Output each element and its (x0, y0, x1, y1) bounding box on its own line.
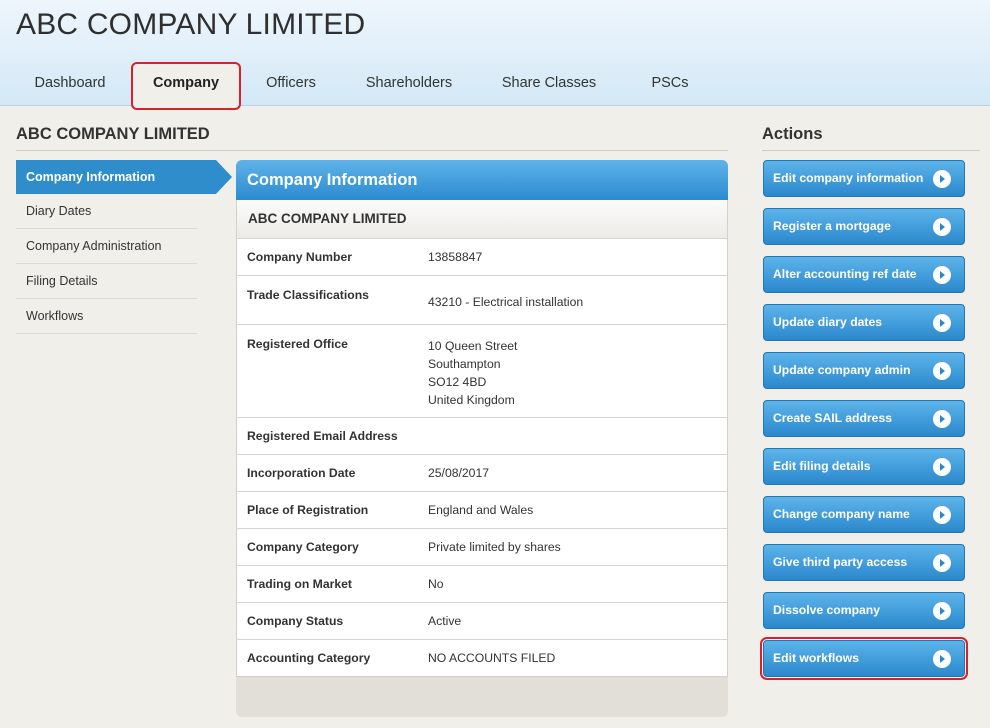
table-row: Accounting Category NO ACCOUNTS FILED (237, 639, 727, 676)
table-row: Registered Office 10 Queen Street Southa… (237, 324, 727, 417)
row-value: England and Wales (428, 503, 534, 517)
left-nav-filing-details[interactable]: Filing Details (16, 264, 197, 299)
button-label: Update diary dates (773, 315, 883, 329)
tab-share-classes[interactable]: Share Classes (490, 62, 608, 108)
panel-subtitle: ABC COMPANY LIMITED (236, 200, 728, 238)
table-row: Trade Classifications 43210 - Electrical… (237, 275, 727, 324)
button-label: Edit filing details (773, 459, 871, 473)
tab-officers[interactable]: Officers (250, 62, 332, 108)
company-title: ABC COMPANY LIMITED (16, 8, 366, 41)
tab-dashboard[interactable]: Dashboard (22, 62, 118, 108)
update-company-admin-button[interactable]: Update company admin (763, 352, 965, 389)
row-value: No (428, 577, 444, 591)
left-nav-diary-dates[interactable]: Diary Dates (16, 194, 197, 229)
arrow-right-icon (933, 410, 951, 428)
row-label: Trading on Market (247, 577, 352, 591)
address-line: Southampton (428, 357, 501, 371)
tab-pscs[interactable]: PSCs (635, 62, 705, 108)
table-row: Company Status Active (237, 602, 727, 639)
button-label: Register a mortgage (773, 219, 891, 233)
arrow-right-icon (933, 602, 951, 620)
arrow-right-icon (933, 506, 951, 524)
arrow-right-icon (933, 554, 951, 572)
tab-shareholders[interactable]: Shareholders (355, 62, 463, 108)
left-nav-company-information[interactable]: Company Information (16, 160, 232, 194)
update-diary-dates-button[interactable]: Update diary dates (763, 304, 965, 341)
row-label: Company Number (247, 250, 352, 264)
table-row: Trading on Market No (237, 565, 727, 602)
row-label: Incorporation Date (247, 466, 356, 480)
app-header: ABC COMPANY LIMITED Dashboard Company Of… (0, 0, 990, 110)
registered-office-address: 10 Queen Street Southampton SO12 4BD Uni… (428, 337, 517, 417)
address-line: 10 Queen Street (428, 339, 518, 353)
row-value: NO ACCOUNTS FILED (428, 651, 556, 665)
row-value: Active (428, 614, 462, 628)
row-value: 25/08/2017 (428, 466, 489, 480)
edit-workflows-button[interactable]: Edit workflows (760, 637, 968, 680)
button-label: Change company name (773, 507, 910, 521)
company-information-panel: Company Information ABC COMPANY LIMITED … (236, 160, 728, 717)
left-nav-workflows[interactable]: Workflows (16, 299, 197, 334)
give-third-party-access-button[interactable]: Give third party access (763, 544, 965, 581)
table-row: Company Category Private limited by shar… (237, 528, 727, 565)
button-label: Edit workflows (773, 651, 859, 665)
table-row: Place of Registration England and Wales (237, 491, 727, 528)
row-label: Company Category (247, 540, 359, 554)
change-company-name-button[interactable]: Change company name (763, 496, 965, 533)
button-label: Alter accounting ref date (773, 267, 917, 281)
left-nav-company-administration[interactable]: Company Administration (16, 229, 197, 264)
row-value: 13858847 (428, 250, 483, 264)
create-sail-address-button[interactable]: Create SAIL address (763, 400, 965, 437)
arrow-right-icon (933, 218, 951, 236)
actions-heading: Actions (762, 125, 980, 151)
row-label: Place of Registration (247, 503, 369, 517)
page-title: ABC COMPANY LIMITED (16, 125, 728, 151)
arrow-right-icon (933, 458, 951, 476)
button-label: Edit company information (773, 171, 924, 185)
row-value: Private limited by shares (428, 540, 561, 554)
row-label: Registered Office (247, 337, 348, 351)
edit-filing-details-button[interactable]: Edit filing details (763, 448, 965, 485)
left-nav: Company Information Diary Dates Company … (16, 160, 232, 334)
button-label: Create SAIL address (773, 411, 892, 425)
tab-company[interactable]: Company (131, 62, 241, 110)
company-info-table: Company Number 13858847 Trade Classifica… (236, 238, 728, 677)
arrow-right-icon (933, 650, 951, 668)
panel-title: Company Information (236, 160, 728, 200)
address-line: SO12 4BD (428, 375, 487, 389)
row-value: 43210 - Electrical installation (428, 295, 584, 309)
address-line: United Kingdom (428, 393, 515, 407)
edit-company-information-button[interactable]: Edit company information (763, 160, 965, 197)
button-label: Dissolve company (773, 603, 881, 617)
register-mortgage-button[interactable]: Register a mortgage (763, 208, 965, 245)
button-label: Update company admin (773, 363, 911, 377)
arrow-right-icon (933, 362, 951, 380)
button-label: Give third party access (773, 555, 908, 569)
arrow-right-icon (933, 266, 951, 284)
table-row: Incorporation Date 25/08/2017 (237, 454, 727, 491)
dissolve-company-button[interactable]: Dissolve company (763, 592, 965, 629)
row-label: Company Status (247, 614, 344, 628)
row-label: Trade Classifications (247, 288, 369, 302)
row-label: Registered Email Address (247, 429, 398, 443)
table-row: Company Number 13858847 (237, 238, 727, 275)
table-row: Registered Email Address (237, 417, 727, 454)
alter-accounting-ref-date-button[interactable]: Alter accounting ref date (763, 256, 965, 293)
row-label: Accounting Category (247, 651, 371, 665)
arrow-right-icon (933, 170, 951, 188)
arrow-right-icon (933, 314, 951, 332)
